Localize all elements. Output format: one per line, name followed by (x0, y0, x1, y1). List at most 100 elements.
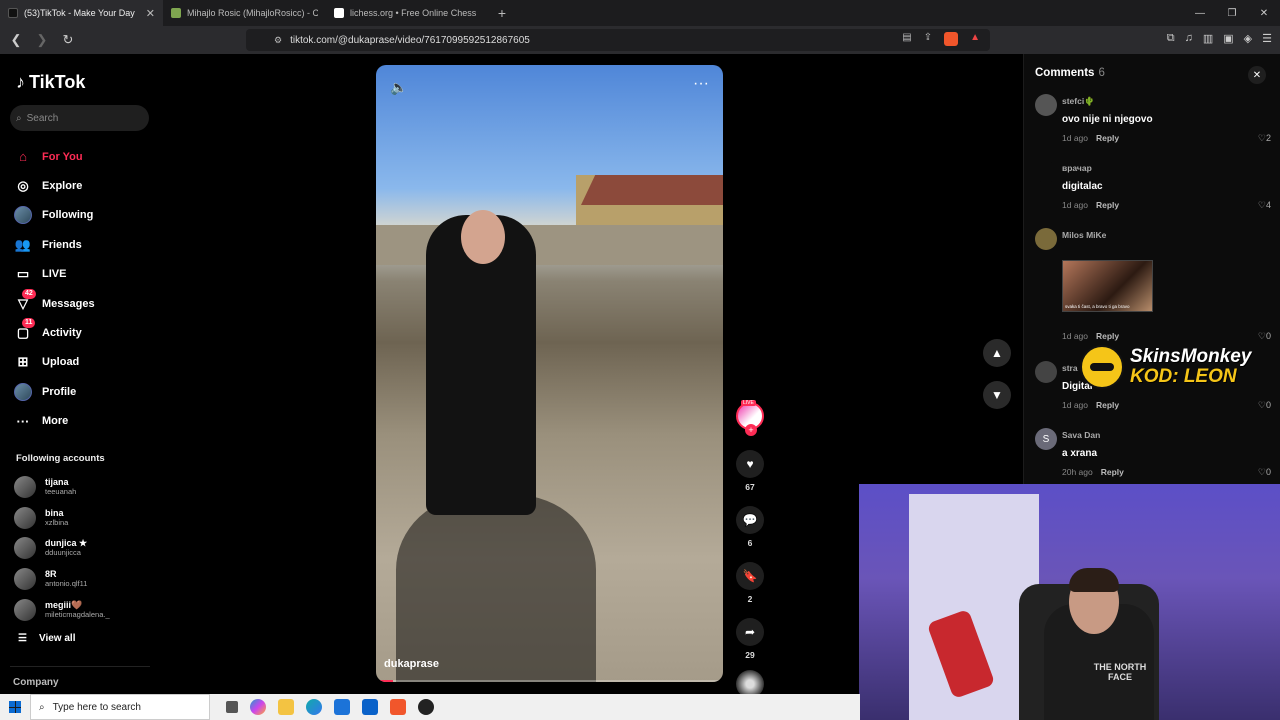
brave-rewards-icon[interactable]: ▲ (970, 32, 980, 46)
avatar[interactable] (1035, 94, 1057, 116)
menu-icon[interactable]: ☰ (1262, 32, 1272, 45)
comment-gif[interactable]: svaka ti čast, a bravo ti ga bravo (1062, 260, 1153, 312)
file-explorer-icon[interactable] (278, 699, 294, 715)
following-account[interactable]: tijana teeuanah (14, 472, 110, 503)
account-names: megiii🤎 mileticmagdalena._ (45, 600, 110, 620)
tiktok-logo[interactable]: ♪ TikTok (16, 72, 85, 93)
wallet-icon[interactable]: ▣ (1223, 32, 1233, 45)
reader-mode-icon[interactable]: ▤ (902, 32, 911, 46)
avatar[interactable] (1035, 228, 1057, 250)
following-account[interactable]: dunjica ★ dduunjicca (14, 533, 110, 564)
store-icon[interactable] (334, 699, 350, 715)
save-button[interactable]: 🔖 (736, 562, 764, 590)
minimize-icon[interactable]: — (1184, 0, 1216, 26)
task-view-icon[interactable] (226, 701, 238, 713)
nav-item-for-you[interactable]: ⌂ For You (14, 142, 95, 171)
new-tab-button[interactable]: + (489, 0, 515, 26)
view-all-button[interactable]: ☰ View all (18, 633, 75, 644)
comment-like-button[interactable]: ♡0 (1258, 331, 1271, 342)
video-player[interactable]: 🔈 ··· dukaprase (376, 65, 723, 682)
like-button[interactable]: ♥ (736, 450, 764, 478)
reply-button[interactable]: Reply (1101, 467, 1124, 477)
comment-username[interactable]: Milos MiKe (1062, 230, 1106, 240)
brave-shields-icon[interactable] (944, 32, 959, 46)
more-icon: ··· (16, 413, 30, 429)
nav-item-messages[interactable]: ▽ 42 Messages (14, 288, 95, 318)
obs-icon[interactable] (418, 699, 434, 715)
taskbar-search-input[interactable]: ⌕ Type here to search (30, 694, 210, 720)
more-options-icon[interactable]: ··· (693, 75, 709, 93)
url-field[interactable]: ⚙ tiktok.com/@dukaprase/video/7617099592… (246, 29, 990, 51)
search-input[interactable]: ⌕ Search (10, 105, 149, 131)
nav-item-following[interactable]: Following (14, 201, 95, 230)
logo-text: TikTok (29, 72, 86, 92)
account-names: tijana teeuanah (45, 477, 76, 497)
comment-like-button[interactable]: ♡0 (1258, 467, 1271, 478)
browser-tab[interactable]: Mihajlo Rosic (MihajloRosicc) - Chess (163, 0, 326, 26)
previous-video-button[interactable]: ▲ (983, 339, 1011, 367)
comment-like-button[interactable]: ♡4 (1258, 200, 1271, 211)
start-button[interactable] (0, 694, 30, 720)
nav-item-friends[interactable]: 👥 Friends (14, 230, 95, 259)
music-icon[interactable]: ♫ (1185, 32, 1193, 45)
site-info-icon[interactable]: ⚙ (274, 35, 282, 46)
volume-icon[interactable]: 🔈 (390, 79, 407, 96)
brave-taskbar-icon[interactable] (390, 699, 406, 715)
following-account[interactable]: megiii🤎 mileticmagdalena._ (14, 594, 110, 625)
nav-item-upload[interactable]: ⊞ Upload (14, 348, 95, 377)
tab-title: Mihajlo Rosic (MihajloRosicc) - Chess (187, 8, 318, 18)
copilot-icon[interactable] (250, 699, 266, 715)
nav-item-live[interactable]: ▭ LIVE (14, 260, 95, 289)
company-link[interactable]: Company (13, 677, 59, 688)
comment-button[interactable]: 💬 (736, 506, 764, 534)
browser-tab[interactable]: lichess.org • Free Online Chess (326, 0, 489, 26)
close-comments-button[interactable]: ✕ (1248, 66, 1266, 84)
nav-item-profile[interactable]: Profile (14, 377, 95, 406)
avatar[interactable] (1035, 161, 1057, 183)
back-button[interactable]: ❮ (6, 30, 26, 50)
next-video-button[interactable]: ▼ (983, 381, 1011, 409)
webcam-overlay: THE NORTH FACE (859, 484, 1280, 720)
comment-username[interactable]: врачар (1062, 163, 1092, 173)
nav-item-explore[interactable]: ◎ Explore (14, 171, 95, 200)
avatar (14, 206, 32, 225)
reload-button[interactable]: ↻ (58, 30, 78, 50)
comment-username[interactable]: stefci🌵 (1062, 96, 1095, 107)
reply-button[interactable]: Reply (1096, 331, 1119, 341)
video-progress-bar[interactable] (376, 680, 723, 682)
heart-outline-icon: ♡ (1257, 200, 1266, 210)
account-handle: antonio.qlf11 (45, 579, 88, 589)
comment-like-button[interactable]: ♡0 (1258, 400, 1271, 411)
following-account[interactable]: bina xzlbina (14, 503, 110, 534)
outlook-icon[interactable] (362, 699, 378, 715)
share-button[interactable]: ➦ (736, 618, 764, 646)
comment-like-button[interactable]: ♡2 (1258, 133, 1271, 144)
nav-item-activity[interactable]: ▢ 11 Activity (14, 318, 95, 347)
reply-button[interactable]: Reply (1096, 200, 1119, 210)
heart-outline-icon: ♡ (1257, 400, 1266, 410)
video-author[interactable]: dukaprase (384, 658, 439, 670)
follow-plus-icon[interactable]: + (745, 424, 757, 436)
edge-icon[interactable] (306, 699, 322, 715)
extensions-icon[interactable]: ⧉ (1167, 32, 1175, 45)
close-window-icon[interactable]: ✕ (1248, 0, 1280, 26)
sidebar-toggle-icon[interactable]: ▥ (1203, 32, 1213, 45)
video-frame-shadow (396, 495, 596, 682)
comment-time: 1d ago (1062, 200, 1088, 210)
browser-tab[interactable]: (53)TikTok - Make Your Day ✕ (0, 0, 163, 26)
creator-avatar[interactable]: LIVE + (736, 400, 764, 436)
following-account[interactable]: 8R antonio.qlf11 (14, 564, 110, 595)
nav-item-more[interactable]: ··· More (14, 407, 95, 436)
taskbar-apps (226, 699, 434, 715)
comment-username[interactable]: stra (1062, 363, 1078, 373)
restore-icon[interactable]: ❐ (1216, 0, 1248, 26)
avatar[interactable]: S (1035, 428, 1057, 450)
reply-button[interactable]: Reply (1096, 400, 1119, 410)
reply-button[interactable]: Reply (1096, 133, 1119, 143)
avatar[interactable] (1035, 361, 1057, 383)
share-icon[interactable]: ⇪ (924, 32, 932, 46)
forward-button[interactable]: ❯ (32, 30, 52, 50)
comment-username[interactable]: Sava Dan (1062, 430, 1100, 440)
close-tab-icon[interactable]: ✕ (146, 7, 155, 20)
vpn-icon[interactable]: ◈ (1244, 32, 1252, 45)
